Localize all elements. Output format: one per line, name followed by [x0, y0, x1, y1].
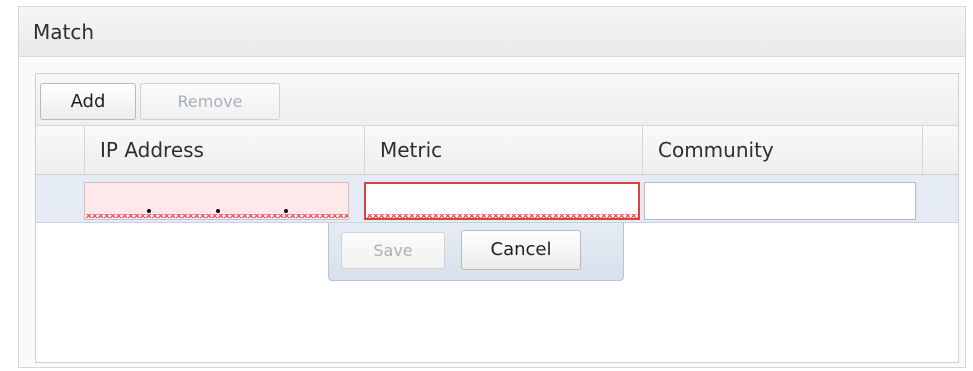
save-button[interactable]: Save — [341, 232, 445, 269]
column-header-metric[interactable]: Metric — [364, 126, 642, 174]
column-header-spacer — [922, 126, 958, 174]
ip-address-field[interactable] — [84, 182, 349, 220]
column-header-ip-address[interactable]: IP Address — [84, 126, 364, 174]
panel-title: Match — [19, 7, 965, 57]
grid-header-row: IP Address Metric Community — [36, 126, 958, 175]
ip-separator-dot — [216, 209, 220, 213]
row-editor-buttons: Save Cancel — [328, 223, 624, 281]
ip-separator-dot — [284, 209, 288, 213]
editing-row — [36, 175, 958, 223]
community-field[interactable] — [644, 182, 916, 220]
remove-button[interactable]: Remove — [140, 83, 280, 120]
column-header-community[interactable]: Community — [642, 126, 922, 174]
add-button[interactable]: Add — [40, 83, 136, 120]
cancel-button[interactable]: Cancel — [461, 230, 581, 270]
match-panel: Match Add Remove IP Address Metric Commu… — [18, 6, 966, 368]
match-grid: Add Remove IP Address Metric Community S… — [35, 73, 959, 363]
metric-field[interactable] — [364, 182, 640, 220]
ip-separator-dot — [147, 209, 151, 213]
row-selector-header — [36, 126, 84, 174]
grid-toolbar: Add Remove — [36, 74, 958, 126]
